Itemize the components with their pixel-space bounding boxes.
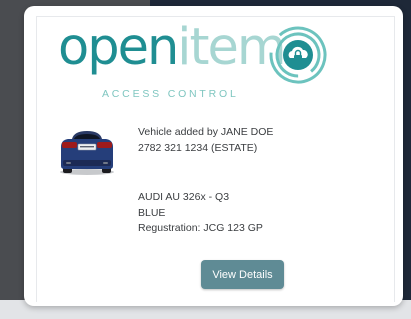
cloud-lock-icon	[269, 26, 327, 84]
vehicle-owner-phone: 2782 321 1234 (ESTATE)	[138, 142, 258, 154]
car-rear-icon	[60, 131, 114, 175]
vehicle-registration: Regustration: JCG 123 GP	[138, 222, 263, 234]
view-details-button[interactable]: View Details	[201, 260, 284, 289]
vehicle-model: AUDI AU 326x - Q3	[138, 191, 230, 203]
logo-tagline: ACCESS CONTROL	[102, 88, 239, 100]
openitem-logo: openitem ACCESS CONTROL	[58, 22, 358, 110]
logo-word-open: open	[58, 18, 179, 77]
logo-wordmark: openitem	[58, 22, 287, 73]
vehicle-color: BLUE	[138, 207, 166, 219]
vehicle-added-by: Vehicle added by JANE DOE	[138, 126, 274, 138]
